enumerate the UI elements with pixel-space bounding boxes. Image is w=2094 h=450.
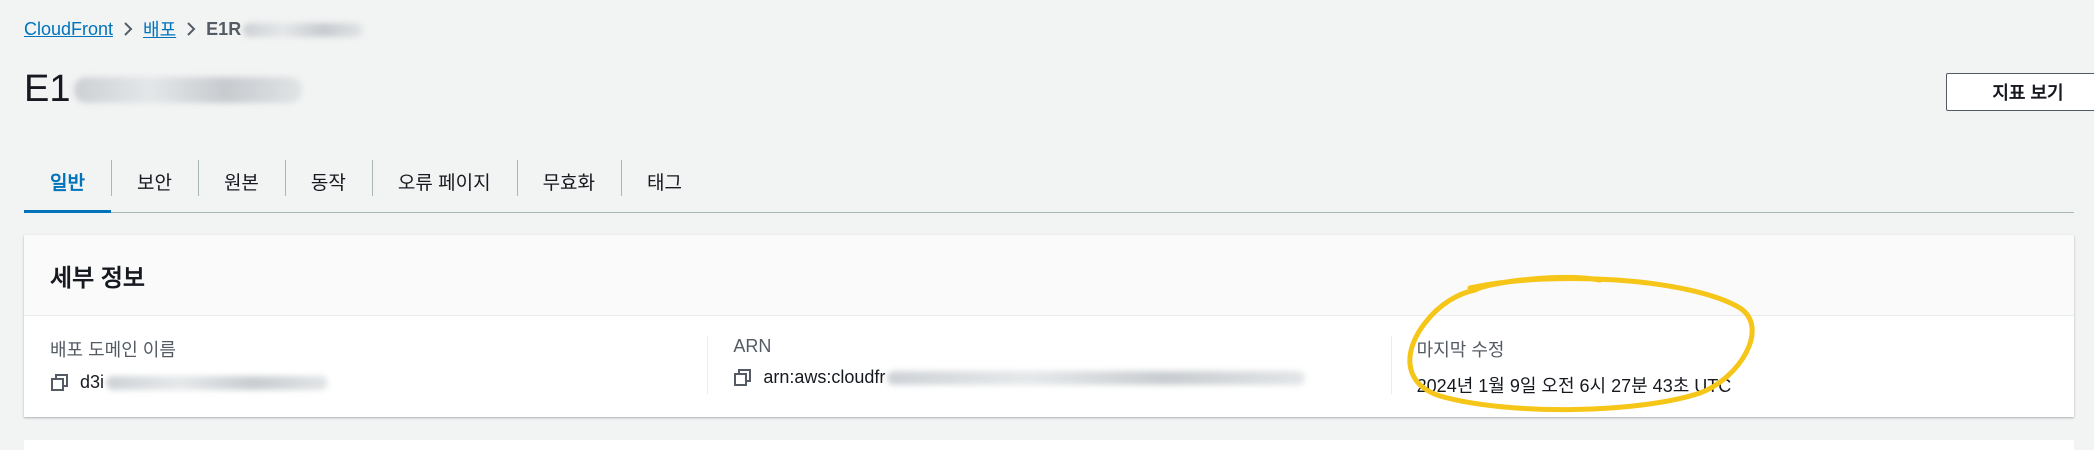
copy-icon[interactable] <box>50 373 70 393</box>
breadcrumb-current: E1R <box>206 19 364 40</box>
domain-name-label: 배포 도메인 이름 <box>50 340 176 360</box>
redacted-text <box>106 375 329 390</box>
view-metrics-button[interactable]: 지표 보기 <box>1946 73 2094 111</box>
arn-label: ARN <box>733 336 772 356</box>
tab-tags[interactable]: 태그 <box>621 150 708 212</box>
tab-error-pages[interactable]: 오류 페이지 <box>371 150 517 212</box>
chevron-right-icon <box>176 21 206 37</box>
breadcrumb-link-distributions[interactable]: 배포 <box>143 16 176 42</box>
details-panel: 세부 정보 배포 도메인 이름 d3i ARN arn:aws:cloudfr … <box>24 235 2074 417</box>
arn-field: ARN arn:aws:cloudfr <box>707 316 1390 418</box>
page-title: E1 <box>24 68 303 111</box>
tab-bar: 일반 보안 원본 동작 오류 페이지 무효화 태그 <box>24 150 2074 213</box>
domain-name-field: 배포 도메인 이름 d3i <box>24 316 707 418</box>
breadcrumb: CloudFront 배포 E1R <box>24 16 364 42</box>
breadcrumb-link-cloudfront[interactable]: CloudFront <box>24 19 113 40</box>
last-modified-label: 마지막 수정 <box>1416 340 1505 360</box>
arn-value: arn:aws:cloudfr <box>763 367 886 387</box>
redacted-text <box>74 76 303 103</box>
copy-icon[interactable] <box>733 368 753 388</box>
redacted-text <box>243 22 364 37</box>
chevron-right-icon <box>113 21 143 37</box>
tab-invalidations[interactable]: 무효화 <box>516 150 621 212</box>
tab-security[interactable]: 보안 <box>110 150 198 212</box>
domain-name-value: d3i <box>80 372 105 392</box>
next-panel-edge <box>24 440 2074 450</box>
tab-general[interactable]: 일반 <box>24 150 111 213</box>
last-modified-field: 마지막 수정 2024년 1월 9일 오전 6시 27분 43초 UTC <box>1390 316 2074 418</box>
last-modified-value: 2024년 1월 9일 오전 6시 27분 43초 UTC <box>1416 376 1732 396</box>
redacted-text <box>887 370 1306 385</box>
tab-origins[interactable]: 원본 <box>197 150 285 212</box>
details-panel-title: 세부 정보 <box>24 235 2074 316</box>
tab-behaviors[interactable]: 동작 <box>284 150 372 212</box>
